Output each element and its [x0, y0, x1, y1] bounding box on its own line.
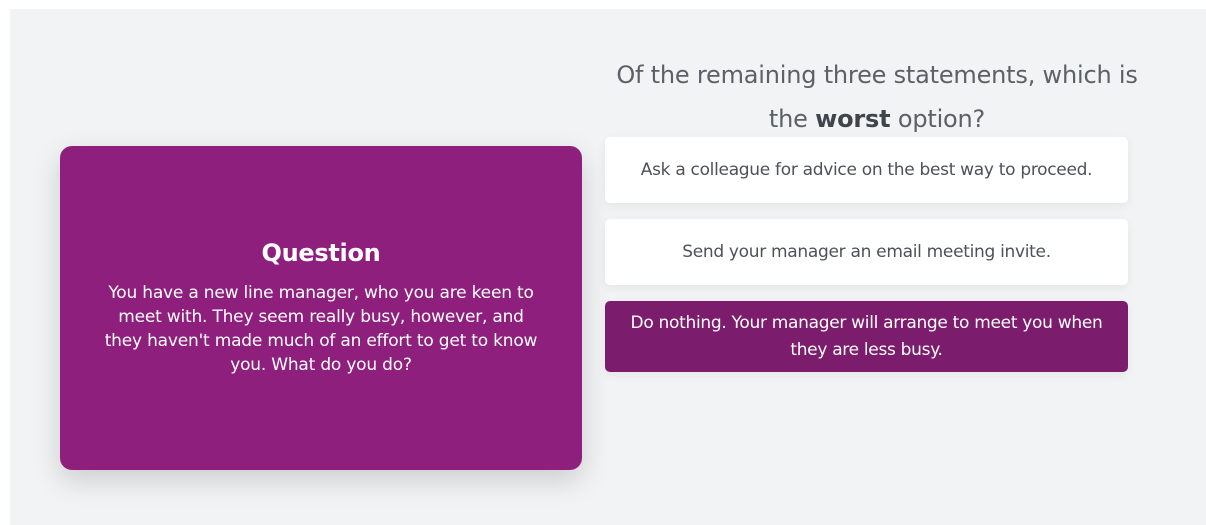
question-card: Question You have a new line manager, wh…: [60, 146, 582, 470]
question-text: You have a new line manager, who you are…: [104, 283, 538, 375]
answer-option-3-label: Do nothing. Your manager will arrange to…: [630, 312, 1103, 360]
instruction-prompt: Of the remaining three statements, which…: [606, 53, 1148, 141]
answer-option-2[interactable]: Send your manager an email meeting invit…: [605, 219, 1128, 285]
prompt-text-after: option?: [890, 105, 986, 133]
prompt-emphasis: worst: [815, 105, 891, 133]
question-title: Question: [261, 239, 381, 267]
answer-option-1[interactable]: Ask a colleague for advice on the best w…: [605, 137, 1128, 203]
answer-option-2-label: Send your manager an email meeting invit…: [682, 242, 1051, 262]
answer-option-3-selected[interactable]: Do nothing. Your manager will arrange to…: [605, 301, 1128, 372]
answer-option-1-label: Ask a colleague for advice on the best w…: [640, 160, 1093, 180]
